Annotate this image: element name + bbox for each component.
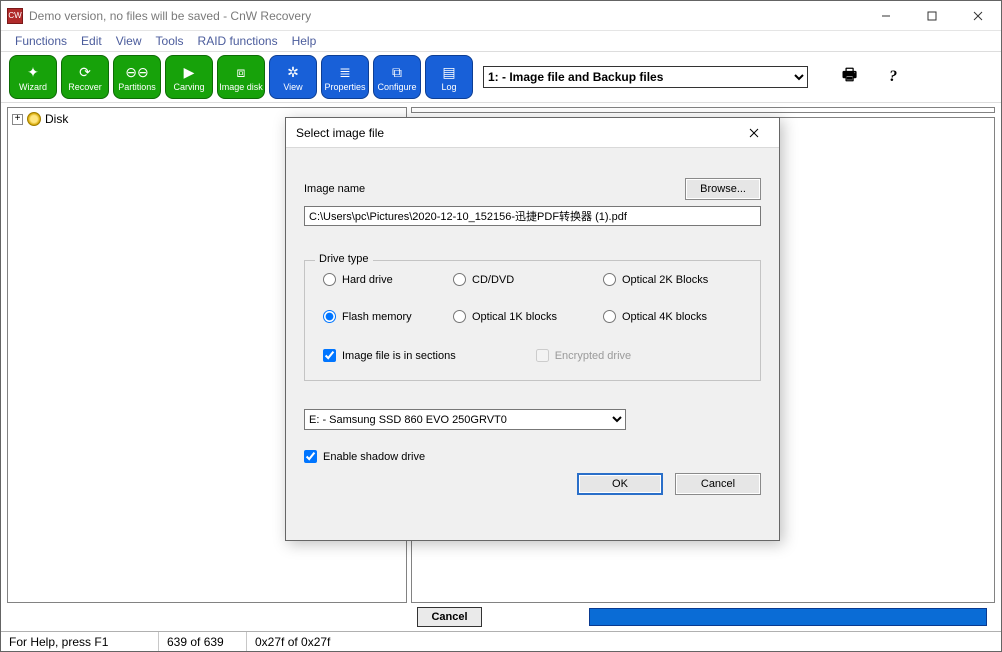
select-image-dialog: Select image file Image name Browse... D… bbox=[285, 117, 780, 541]
maximize-button[interactable] bbox=[909, 1, 955, 31]
menu-raid[interactable]: RAID functions bbox=[192, 32, 284, 50]
wizard-button[interactable]: ✦Wizard bbox=[9, 55, 57, 99]
image-name-label: Image name bbox=[304, 183, 365, 195]
carving-button[interactable]: ▶Carving bbox=[165, 55, 213, 99]
dialog-close-button[interactable] bbox=[739, 118, 769, 148]
imagedisk-button-icon: ⧈ bbox=[230, 62, 252, 82]
main-window: CW Demo version, no files will be saved … bbox=[0, 0, 1002, 652]
properties-button-icon: ≣ bbox=[334, 62, 356, 82]
properties-button[interactable]: ≣Properties bbox=[321, 55, 369, 99]
dialog-cancel-button[interactable]: Cancel bbox=[675, 473, 761, 495]
log-button-icon: ▤ bbox=[438, 62, 460, 82]
expand-icon[interactable]: + bbox=[12, 114, 23, 125]
action-row: Cancel bbox=[1, 603, 1001, 631]
main-cancel-button[interactable]: Cancel bbox=[417, 607, 482, 627]
radio-optical-4k[interactable]: Optical 4K blocks bbox=[603, 310, 753, 323]
drive-type-fieldset: Drive type Hard drive CD/DVD Optical 2K … bbox=[304, 260, 761, 381]
recover-button[interactable]: ⟳Recover bbox=[61, 55, 109, 99]
browse-button[interactable]: Browse... bbox=[685, 178, 761, 200]
disk-icon bbox=[27, 112, 41, 126]
check-shadow[interactable]: Enable shadow drive bbox=[304, 450, 761, 463]
menu-functions[interactable]: Functions bbox=[9, 32, 73, 50]
menu-tools[interactable]: Tools bbox=[150, 32, 190, 50]
dialog-ok-button[interactable]: OK bbox=[577, 473, 663, 495]
partitions-button[interactable]: ⊖⊖Partitions bbox=[113, 55, 161, 99]
recover-button-icon: ⟳ bbox=[74, 62, 96, 82]
image-path-input[interactable] bbox=[304, 206, 761, 226]
window-title: Demo version, no files will be saved - C… bbox=[29, 9, 311, 23]
radio-flash[interactable]: Flash memory bbox=[323, 310, 453, 323]
dialog-body: Image name Browse... Drive type Hard dri… bbox=[286, 148, 779, 540]
close-icon bbox=[749, 128, 759, 138]
target-drive-select[interactable]: E: - Samsung SSD 860 EVO 250GRVT0 bbox=[304, 409, 626, 430]
status-hex: 0x27f of 0x27f bbox=[247, 632, 338, 651]
drive-dropdown[interactable]: 1: - Image file and Backup files bbox=[483, 66, 808, 88]
drive-type-legend: Drive type bbox=[315, 253, 373, 265]
imagedisk-button[interactable]: ⧈Image disk bbox=[217, 55, 265, 99]
help-icon[interactable]: ? bbox=[889, 68, 897, 86]
statusbar: For Help, press F1 639 of 639 0x27f of 0… bbox=[1, 631, 1001, 651]
log-button[interactable]: ▤Log bbox=[425, 55, 473, 99]
partitions-button-icon: ⊖⊖ bbox=[126, 62, 148, 82]
dialog-title: Select image file bbox=[296, 126, 384, 140]
radio-optical-1k[interactable]: Optical 1K blocks bbox=[453, 310, 603, 323]
view-button-icon: ✲ bbox=[282, 62, 304, 82]
close-icon bbox=[973, 11, 983, 21]
dialog-titlebar: Select image file bbox=[286, 118, 779, 148]
menu-help[interactable]: Help bbox=[286, 32, 323, 50]
menu-edit[interactable]: Edit bbox=[75, 32, 108, 50]
titlebar: CW Demo version, no files will be saved … bbox=[1, 1, 1001, 31]
menubar: Functions Edit View Tools RAID functions… bbox=[1, 31, 1001, 51]
minimize-button[interactable] bbox=[863, 1, 909, 31]
minimize-icon bbox=[881, 11, 891, 21]
drive-dropdown-wrapper: 1: - Image file and Backup files bbox=[483, 66, 808, 88]
status-help: For Help, press F1 bbox=[1, 632, 159, 651]
progress-fill bbox=[590, 609, 986, 625]
progress-bar bbox=[589, 608, 987, 626]
menu-view[interactable]: View bbox=[110, 32, 148, 50]
radio-cd-dvd[interactable]: CD/DVD bbox=[453, 273, 603, 286]
configure-button[interactable]: ⧉Configure bbox=[373, 55, 421, 99]
toolbar: ✦Wizard⟳Recover⊖⊖Partitions▶Carving⧈Imag… bbox=[1, 51, 1001, 103]
app-icon: CW bbox=[7, 8, 23, 24]
tree-root-label: Disk bbox=[45, 112, 68, 126]
check-encrypted: Encrypted drive bbox=[536, 349, 631, 362]
carving-button-icon: ▶ bbox=[178, 62, 200, 82]
close-button[interactable] bbox=[955, 1, 1001, 31]
radio-optical-2k[interactable]: Optical 2K Blocks bbox=[603, 273, 753, 286]
print-icon[interactable]: 🖶 bbox=[842, 64, 857, 91]
wizard-button-icon: ✦ bbox=[22, 62, 44, 82]
radio-hard-drive[interactable]: Hard drive bbox=[323, 273, 453, 286]
right-top-panel bbox=[411, 107, 995, 113]
maximize-icon bbox=[927, 11, 937, 21]
view-button[interactable]: ✲View bbox=[269, 55, 317, 99]
check-sections[interactable]: Image file is in sections bbox=[323, 349, 456, 362]
configure-button-icon: ⧉ bbox=[386, 62, 408, 82]
status-count: 639 of 639 bbox=[159, 632, 247, 651]
